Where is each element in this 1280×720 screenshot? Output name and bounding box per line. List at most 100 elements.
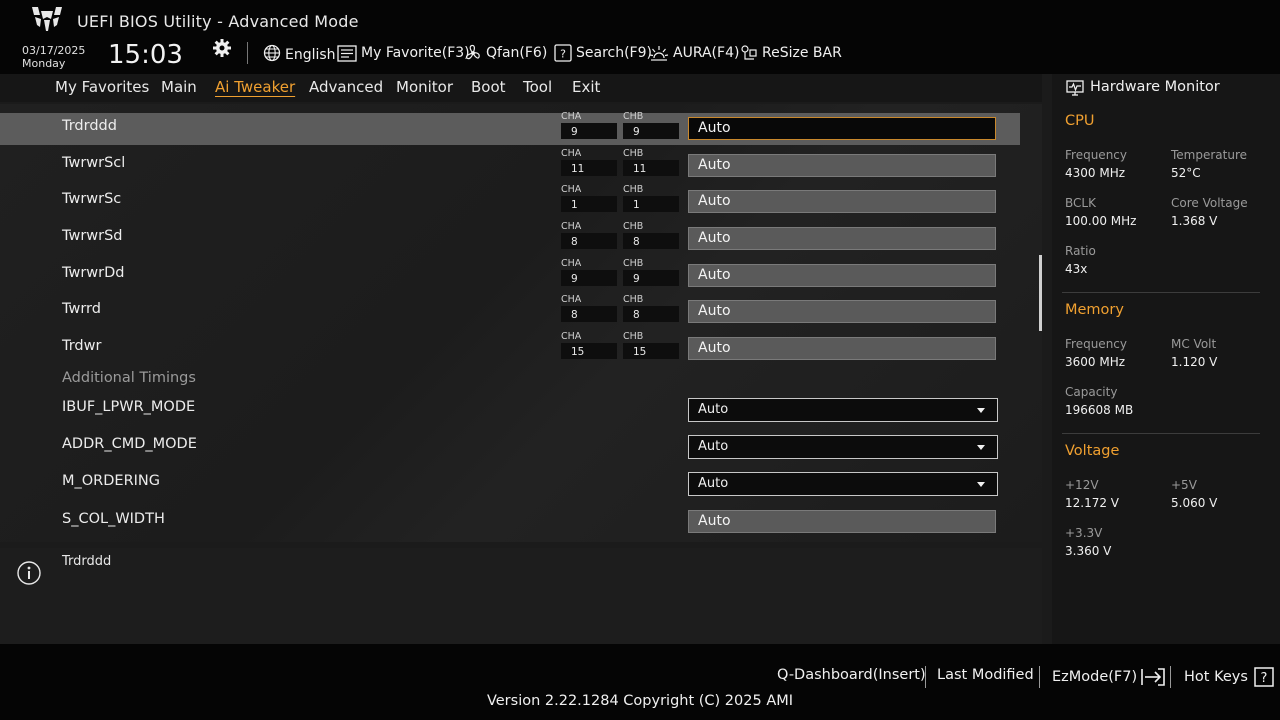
setting-row-twrwrsd[interactable]: TwrwrSd CHA 8 CHB 8 Auto (0, 221, 1020, 255)
cha-readout: CHA 8 (561, 294, 617, 324)
tab-monitor[interactable]: Monitor (396, 78, 453, 96)
hw-cpu-frequency-label: Frequency (1065, 148, 1127, 162)
info-icon (17, 561, 41, 585)
setting-dropdown[interactable]: Auto (688, 398, 998, 422)
language-label: English (285, 47, 336, 63)
setting-value-input[interactable]: Auto (688, 190, 996, 213)
tab-tool[interactable]: Tool (523, 78, 552, 96)
setting-row-twrrd[interactable]: Twrrd CHA 8 CHB 8 Auto (0, 294, 1020, 328)
my-favorite-button[interactable]: My Favorite(F3) (337, 42, 470, 64)
tuf-logo-icon (32, 7, 62, 31)
search-label: Search(F9) (576, 45, 652, 61)
aura-label: AURA(F4) (673, 45, 740, 61)
hw-12v-label: +12V (1065, 478, 1099, 492)
chb-label: CHB (623, 148, 644, 159)
hardware-monitor-icon (1066, 80, 1084, 96)
app-title: UEFI BIOS Utility - Advanced Mode (77, 12, 359, 31)
tab-advanced[interactable]: Advanced (309, 78, 383, 96)
help-info-text: Trdrddd (62, 554, 112, 569)
clock-display[interactable]: 15:03 (108, 40, 183, 70)
last-modified-button[interactable]: Last Modified (937, 667, 1034, 683)
hw-bclk-value: 100.00 MHz (1065, 214, 1137, 228)
settings-scrollbar[interactable] (1039, 255, 1042, 331)
section-header-additional-timings: Additional Timings (62, 370, 196, 386)
ezmode-button[interactable]: EzMode(F7) (1052, 667, 1166, 687)
chb-label: CHB (623, 294, 644, 305)
setting-row-s-col-width[interactable]: S_COL_WIDTH Auto (0, 506, 1020, 538)
tab-ai-tweaker[interactable]: Ai Tweaker (215, 78, 295, 96)
setting-row-trdrddd[interactable]: Trdrddd CHA 9 CHB 9 Auto (0, 111, 1020, 145)
header-separator (247, 42, 248, 64)
setting-label: ADDR_CMD_MODE (62, 436, 197, 452)
hw-memory-title: Memory (1065, 302, 1124, 318)
dropdown-value: Auto (698, 476, 729, 491)
tab-exit[interactable]: Exit (572, 78, 600, 96)
hw-5v-label: +5V (1171, 478, 1197, 492)
fan-icon (465, 44, 480, 60)
hw-ratio-label: Ratio (1065, 244, 1096, 258)
chb-value: 8 (623, 306, 679, 322)
resize-bar-button[interactable]: ReSize BAR (740, 42, 842, 64)
chb-readout: CHB 8 (623, 221, 679, 251)
date-text: 03/17/2025 (22, 44, 86, 57)
setting-value-input[interactable]: Auto (688, 510, 996, 533)
setting-label: M_ORDERING (62, 473, 161, 489)
aura-button[interactable]: AURA(F4) (649, 42, 739, 64)
tab-main[interactable]: Main (161, 78, 197, 96)
my-favorite-label: My Favorite(F3) (361, 45, 470, 61)
setting-row-twrwrdd[interactable]: TwrwrDd CHA 9 CHB 9 Auto (0, 258, 1020, 292)
hw-3v3-value: 3.360 V (1065, 544, 1112, 558)
setting-label: Trdwr (62, 338, 102, 354)
hw-core-voltage-label: Core Voltage (1171, 196, 1248, 210)
hardware-monitor-title: Hardware Monitor (1090, 79, 1220, 95)
setting-dropdown[interactable]: Auto (688, 435, 998, 459)
hw-core-voltage-value: 1.368 V (1171, 214, 1218, 228)
hw-cpu-title: CPU (1065, 113, 1095, 129)
chb-value: 8 (623, 233, 679, 249)
tab-boot[interactable]: Boot (471, 78, 506, 96)
setting-row-addr-cmd-mode[interactable]: ADDR_CMD_MODE Auto (0, 431, 1020, 463)
setting-label: TwrwrScl (62, 155, 126, 171)
chb-readout: CHB 9 (623, 111, 679, 141)
search-button[interactable]: ? Search(F9) (554, 42, 652, 64)
svg-text:?: ? (1260, 671, 1267, 686)
exit-arrow-icon (1141, 668, 1165, 686)
hw-12v-value: 12.172 V (1065, 496, 1120, 510)
cha-readout: CHA 8 (561, 221, 617, 251)
qfan-button[interactable]: Qfan(F6) (464, 42, 547, 64)
setting-value-input[interactable]: Auto (688, 300, 996, 323)
hw-3v3-label: +3.3V (1065, 526, 1103, 540)
hot-keys-button[interactable]: Hot Keys ? (1184, 667, 1274, 687)
help-info-panel: Trdrddd (0, 548, 1042, 644)
setting-value-input[interactable]: Auto (688, 227, 996, 250)
q-dashboard-button[interactable]: Q-Dashboard(Insert) (777, 667, 926, 683)
hw-mc-volt-label: MC Volt (1171, 337, 1217, 351)
gear-icon[interactable] (212, 38, 232, 58)
setting-value-input[interactable]: Auto (688, 337, 996, 360)
cha-label: CHA (561, 111, 582, 122)
chb-value: 1 (623, 196, 679, 212)
setting-value-input[interactable]: Auto (688, 154, 996, 177)
language-button[interactable]: English (263, 42, 336, 64)
setting-row-trdwr[interactable]: Trdwr CHA 15 CHB 15 Auto (0, 331, 1020, 365)
cha-label: CHA (561, 331, 582, 342)
tab-my-favorites[interactable]: My Favorites (55, 78, 149, 96)
setting-value-input[interactable]: Auto (688, 264, 996, 287)
setting-row-twrwrscl[interactable]: TwrwrScl CHA 11 CHB 11 Auto (0, 148, 1020, 182)
resize-bar-icon (741, 45, 757, 60)
cha-label: CHA (561, 258, 582, 269)
setting-row-twrwrsc[interactable]: TwrwrSc CHA 1 CHB 1 Auto (0, 184, 1020, 218)
chb-value: 9 (623, 123, 679, 139)
setting-value-input[interactable]: Auto (688, 117, 996, 140)
cha-value: 9 (561, 123, 617, 139)
hw-divider (1062, 433, 1260, 434)
chb-readout: CHB 8 (623, 294, 679, 324)
setting-row-ibuf-lpwr-mode[interactable]: IBUF_LPWR_MODE Auto (0, 394, 1020, 426)
dropdown-value: Auto (698, 402, 729, 417)
setting-dropdown[interactable]: Auto (688, 472, 998, 496)
svg-text:?: ? (560, 48, 566, 61)
setting-label: IBUF_LPWR_MODE (62, 399, 196, 415)
chb-readout: CHB 15 (623, 331, 679, 361)
dropdown-value: Auto (698, 439, 729, 454)
setting-row-m-ordering[interactable]: M_ORDERING Auto (0, 468, 1020, 500)
